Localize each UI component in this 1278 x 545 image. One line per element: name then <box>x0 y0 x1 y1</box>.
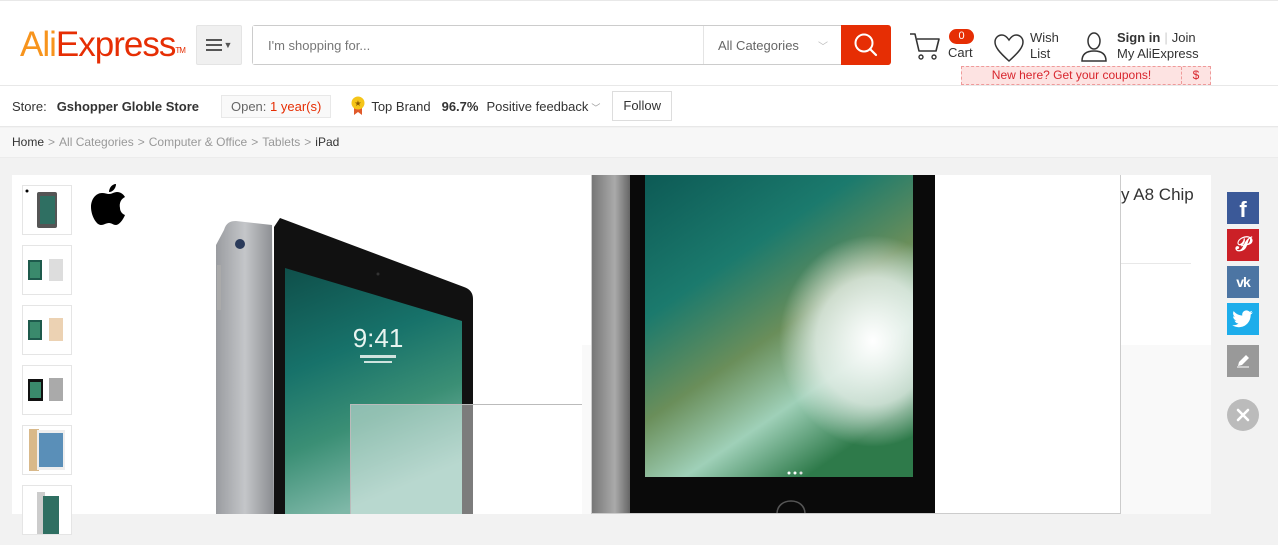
breadcrumb-all-categories[interactable]: All Categories <box>59 135 134 149</box>
store-name-link[interactable]: Gshopper Globle Store <box>57 99 199 114</box>
thumbnail-gold-homescreen[interactable] <box>22 425 72 475</box>
twitter-share-button[interactable] <box>1227 303 1259 335</box>
logo-express: Express <box>55 25 176 64</box>
close-icon <box>1236 408 1250 422</box>
thumbnail-silver-pair[interactable] <box>22 245 72 295</box>
store-label: Store: <box>12 98 47 114</box>
breadcrumb-tablets[interactable]: Tablets <box>262 135 300 149</box>
store-bar: Store: Gshopper Globle Store Open: 1 yea… <box>0 86 1278 127</box>
search-category-label: All Categories <box>718 37 799 53</box>
main-product-image[interactable]: 9:41 <box>112 175 582 514</box>
product-title: y A8 Chip <box>1121 185 1194 204</box>
close-share-button[interactable] <box>1227 399 1259 431</box>
pencil-icon <box>1237 355 1249 368</box>
thumbnail-space-gray-pair[interactable] <box>22 365 72 415</box>
category-menu-button[interactable]: ▼ <box>196 25 242 65</box>
chevron-down-icon: ﹀ <box>818 41 828 53</box>
thumbnail-silver-angle[interactable] <box>22 485 72 535</box>
thumbnail-gold-pair[interactable] <box>22 305 72 355</box>
logo-ali: Ali <box>20 25 57 64</box>
wishlist-link[interactable]: Wish List <box>993 29 1063 65</box>
facebook-icon: f <box>1239 197 1247 222</box>
account-line1: Sign in | Join <box>1117 30 1196 46</box>
vk-share-button[interactable]: vk <box>1227 266 1259 298</box>
medal-icon: ★ <box>351 96 365 116</box>
pinterest-share-button[interactable]: 𝒫 <box>1227 229 1259 261</box>
wishlist-label-line2: List <box>1030 46 1051 61</box>
wishlist-label: Wish List <box>1030 30 1059 62</box>
feedback-percentage: 96.7% <box>441 98 479 114</box>
zoom-lens[interactable] <box>350 404 582 514</box>
facebook-share-button[interactable]: f <box>1227 192 1259 224</box>
heart-icon <box>994 34 1024 63</box>
account-area: Sign in | Join My AliExpress <box>1080 29 1210 65</box>
breadcrumb-separator: > <box>48 135 56 149</box>
user-icon <box>1081 32 1107 62</box>
coupon-text: New here? Get your coupons! <box>962 67 1182 84</box>
cart-link[interactable]: 0 Cart <box>908 29 978 65</box>
aliexpress-logo[interactable]: AliExpressTM <box>20 25 186 65</box>
search-input[interactable] <box>253 26 703 64</box>
cart-count-badge: 0 <box>949 29 974 44</box>
logo-tm: TM <box>175 46 186 55</box>
zoomed-image-pane <box>591 175 1121 514</box>
dollar-icon: $ <box>1192 68 1200 82</box>
search-button[interactable] <box>841 25 891 65</box>
caret-down-icon: ▼ <box>223 40 233 50</box>
separator: | <box>1164 30 1168 45</box>
twitter-icon <box>1232 310 1253 328</box>
site-header: AliExpressTM ▼ All Categories ﹀ 0 Cart W… <box>0 0 1278 86</box>
coupon-banner[interactable]: New here? Get your coupons! $ <box>961 66 1211 85</box>
pinterest-icon: 𝒫 <box>1235 233 1251 256</box>
cart-icon <box>910 33 940 60</box>
breadcrumb-home[interactable]: Home <box>12 135 44 149</box>
breadcrumb-separator: > <box>304 135 312 149</box>
edit-button[interactable] <box>1227 345 1259 377</box>
chevron-down-icon: ﹀ <box>591 102 601 113</box>
positive-feedback-dropdown[interactable]: Positive feedback ﹀ <box>486 99 600 114</box>
top-brand-label: Top Brand <box>371 98 431 114</box>
join-link[interactable]: Join <box>1172 30 1196 45</box>
wishlist-label-line1: Wish <box>1030 30 1059 45</box>
breadcrumb: Home > All Categories > Computer & Office > Ta… <box>0 128 1278 158</box>
breadcrumb-computer-office[interactable]: Computer & Office <box>149 135 247 149</box>
breadcrumb-separator: > <box>137 135 145 149</box>
vk-icon: vk <box>1236 274 1251 290</box>
product-main: 9:41 y A8 Chip <box>12 175 1211 535</box>
thumbnail-space-gray-front[interactable] <box>22 185 72 235</box>
feedback-label: Positive feedback <box>486 98 589 114</box>
title-divider <box>1121 263 1191 264</box>
hamburger-icon <box>205 39 222 51</box>
open-value: 1 year(s) <box>270 98 322 114</box>
thumbnail-list <box>22 185 72 545</box>
search-bar: All Categories ﹀ <box>252 25 842 65</box>
lockscreen-time: 9:41 <box>353 323 404 353</box>
sign-in-link[interactable]: Sign in <box>1117 30 1160 45</box>
store-open-duration: Open: 1 year(s) <box>220 94 332 118</box>
search-icon <box>854 33 878 57</box>
follow-button[interactable]: Follow <box>612 91 672 121</box>
open-label: Open: <box>230 98 267 114</box>
cart-label: Cart <box>948 45 973 60</box>
breadcrumb-separator: > <box>251 135 259 149</box>
svg-text:★: ★ <box>355 99 362 108</box>
search-category-select[interactable]: All Categories ﹀ <box>703 26 842 64</box>
breadcrumb-current: iPad <box>315 135 340 149</box>
my-aliexpress-link[interactable]: My AliExpress <box>1117 46 1199 62</box>
social-share-bar: f 𝒫 vk <box>1227 192 1259 436</box>
